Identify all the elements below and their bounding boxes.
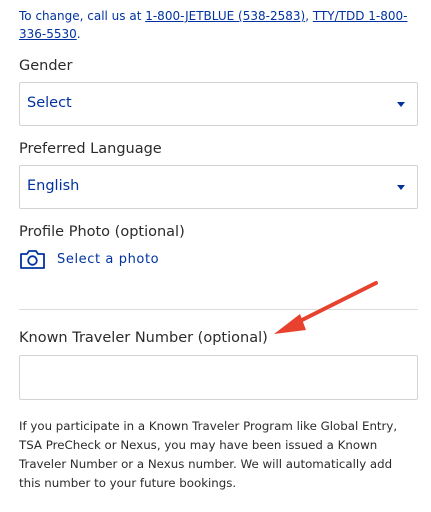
contact-prefix: To change, call us at — [19, 9, 146, 23]
select-photo-label: Select a photo — [57, 252, 160, 267]
camera-icon — [20, 250, 45, 269]
language-label: Preferred Language — [19, 141, 162, 157]
ktn-input[interactable] — [19, 355, 418, 400]
language-select[interactable]: English — [19, 165, 418, 209]
gender-select[interactable]: Select — [19, 82, 418, 126]
contact-note: To change, call us at 1-800-JETBLUE (538… — [19, 7, 414, 43]
contact-separator: , — [305, 9, 313, 23]
contact-suffix: . — [76, 27, 81, 41]
language-select-value: English — [27, 178, 80, 194]
annotation-arrow — [274, 281, 378, 334]
chevron-down-icon — [397, 102, 405, 107]
gender-select-value: Select — [27, 95, 72, 111]
profile-photo-label: Profile Photo (optional) — [19, 224, 185, 240]
phone-link[interactable]: 1-800-JETBLUE (538-2583) — [145, 9, 305, 23]
chevron-down-icon — [397, 185, 405, 190]
ktn-label: Known Traveler Number (optional) — [19, 330, 268, 346]
ktn-help-text: If you participate in a Known Traveler P… — [19, 419, 398, 490]
gender-label: Gender — [19, 58, 73, 74]
